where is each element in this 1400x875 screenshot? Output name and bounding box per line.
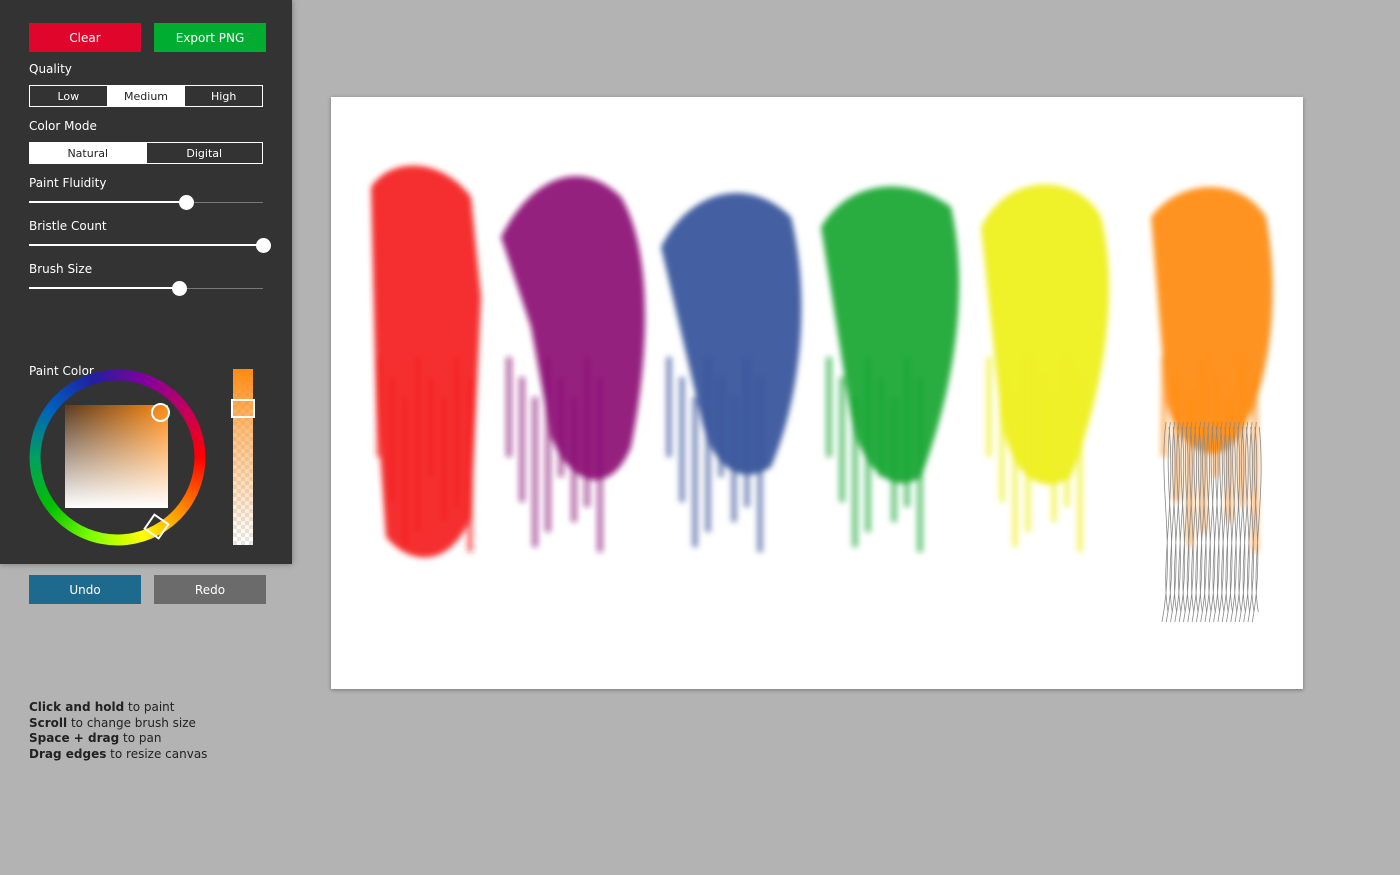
brush-size-label: Brush Size (29, 262, 93, 276)
paint-streak (757, 377, 763, 552)
paint-streak (1025, 357, 1031, 532)
paint-streak (506, 357, 512, 457)
paint-streak (376, 357, 382, 457)
paint-stroke (371, 165, 481, 558)
paint-streak (519, 377, 525, 502)
bristle-count-label: Bristle Count (29, 219, 107, 233)
usage-hints: Click and hold to paint Scroll to change… (29, 700, 207, 762)
paint-streak (839, 377, 845, 502)
hint-line: Click and hold to paint (29, 700, 175, 714)
paint-streak (428, 377, 434, 477)
control-panel: Clear Export PNG Quality Low Medium High… (0, 0, 292, 564)
paint-streak (1051, 397, 1057, 522)
saturation-value-square[interactable] (65, 405, 168, 508)
paint-streak (1077, 377, 1083, 552)
brush-size-slider-thumb[interactable] (171, 281, 187, 296)
color-mode-option-digital[interactable]: Digital (145, 143, 262, 163)
paint-streak (467, 377, 473, 552)
painting-canvas[interactable] (331, 97, 1303, 689)
paint-streak (878, 377, 884, 477)
paint-streak (731, 397, 737, 522)
color-mode-label: Color Mode (29, 119, 97, 133)
redo-button[interactable]: Redo (154, 575, 266, 604)
paint-streak (891, 397, 897, 522)
paint-fluidity-label: Paint Fluidity (29, 176, 107, 190)
quality-option-high[interactable]: High (184, 86, 263, 106)
hint-line: Space + drag to pan (29, 731, 162, 745)
paint-streak (571, 397, 577, 522)
paint-streak (389, 377, 395, 502)
quality-option-low[interactable]: Low (30, 86, 107, 106)
color-mode-segmented-control: Natural Digital (29, 142, 263, 164)
paint-streak (584, 357, 590, 507)
paint-streak (441, 397, 447, 522)
clear-button[interactable]: Clear (29, 23, 141, 52)
bristle-count-slider[interactable] (29, 238, 271, 254)
paint-streak (415, 357, 421, 532)
paint-streak (454, 357, 460, 507)
paint-streak (558, 377, 564, 477)
paint-streak (666, 357, 672, 457)
paint-streak (852, 397, 858, 547)
paint-streak (1038, 377, 1044, 477)
paint-fluidity-slider[interactable] (29, 195, 263, 211)
quality-label: Quality (29, 62, 72, 76)
paint-streak (865, 357, 871, 532)
paint-streak (917, 377, 923, 552)
quality-segmented-control: Low Medium High (29, 85, 263, 107)
hint-line: Drag edges to resize canvas (29, 746, 208, 761)
paint-streak (826, 357, 832, 457)
opacity-handle[interactable] (231, 399, 255, 418)
paint-fluidity-slider-thumb[interactable] (178, 195, 194, 210)
opacity-bar[interactable] (233, 369, 253, 545)
paint-streak (705, 357, 711, 532)
paint-streak (1064, 357, 1070, 507)
bristle-count-slider-thumb[interactable] (256, 238, 271, 253)
hint-line: Scroll to change brush size (29, 715, 196, 730)
quality-option-medium[interactable]: Medium (106, 86, 185, 106)
paint-streak (744, 357, 750, 507)
color-mode-option-natural[interactable]: Natural (30, 143, 146, 163)
export-png-button[interactable]: Export PNG (154, 23, 266, 52)
paint-streak (692, 397, 698, 547)
paint-streak (1012, 397, 1018, 547)
undo-button[interactable]: Undo (29, 575, 141, 604)
paint-streak (999, 377, 1005, 502)
brush-size-slider[interactable] (29, 281, 263, 297)
paint-streak (402, 397, 408, 547)
saturation-value-handle[interactable] (151, 403, 170, 422)
paint-streak (986, 357, 992, 457)
paint-streak (718, 377, 724, 477)
paint-streak (545, 357, 551, 532)
paint-streak (679, 377, 685, 502)
paint-streak (532, 397, 538, 547)
paint-streak (597, 377, 603, 552)
paint-streak (904, 357, 910, 507)
paint-strokes (371, 165, 1273, 623)
